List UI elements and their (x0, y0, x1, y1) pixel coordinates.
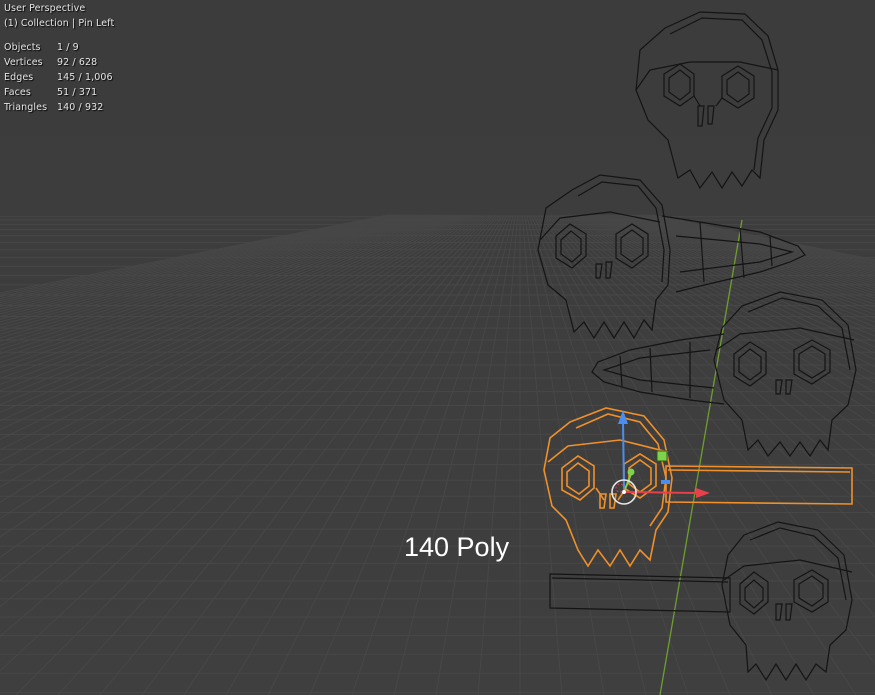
collection-line: (1) Collection | Pin Left (4, 18, 115, 29)
grid-line (550, 214, 875, 495)
grid-line (0, 214, 400, 304)
3d-viewport[interactable]: User Perspective (1) Collection | Pin Le… (0, 0, 875, 695)
grid-line (0, 214, 395, 300)
stat-value: 145 / 1,006 (57, 72, 113, 83)
stat-row: Vertices 92 / 628 (4, 55, 114, 70)
grid-line (393, 214, 514, 695)
grid-line (351, 214, 512, 695)
poly-count-caption: 140 Poly (404, 532, 510, 562)
grid-line (532, 214, 773, 695)
grid-line (477, 214, 519, 695)
stat-value: 51 / 371 (57, 87, 98, 98)
stat-value: 92 / 628 (57, 57, 98, 68)
skull-wireframe-1[interactable] (635, 11, 779, 190)
grid-line (548, 214, 875, 519)
stat-label: Edges (4, 72, 34, 83)
grid-line (0, 214, 441, 364)
grid-line (57, 214, 497, 695)
grid-line (267, 214, 508, 695)
selected-skull-object[interactable] (543, 407, 853, 568)
stat-value: 140 / 932 (57, 102, 104, 113)
view-name: User Perspective (4, 3, 86, 14)
grid-line (546, 214, 875, 546)
grid-line (603, 214, 875, 302)
grid-line (183, 214, 503, 695)
stat-label: Objects (4, 42, 41, 53)
grid-line (645, 214, 875, 265)
floor-grid (0, 214, 875, 695)
grid-line (141, 214, 501, 695)
stat-row: Edges 145 / 1,006 (4, 70, 114, 85)
grid-line (0, 214, 397, 301)
grid-line (526, 214, 647, 695)
stat-label: Vertices (4, 57, 43, 68)
grid-line (435, 214, 517, 695)
grid-line (0, 214, 492, 672)
grid-line (647, 214, 875, 263)
grid-line (523, 214, 605, 695)
grid-line (0, 214, 446, 374)
stat-row: Objects 1 / 9 (4, 40, 114, 55)
stat-value: 1 / 9 (57, 42, 79, 53)
viewport-scene[interactable] (0, 0, 875, 695)
stat-label: Triangles (4, 102, 48, 113)
grid-line (0, 214, 444, 369)
stat-row: Faces 51 / 371 (4, 85, 114, 100)
grid-line (559, 214, 875, 427)
stat-row: Triangles 140 / 932 (4, 100, 114, 115)
grid-line (616, 214, 875, 287)
grid-line (594, 214, 875, 315)
viewport-info-overlay: User Perspective (1) Collection | Pin Le… (4, 1, 114, 115)
grid-line (614, 214, 875, 289)
grid-line (0, 214, 490, 638)
scene-statistics: Objects 1 / 9 Vertices 92 / 628 Edges 145 /… (4, 40, 114, 115)
grid-line (612, 214, 875, 291)
stat-label: Faces (4, 87, 31, 98)
